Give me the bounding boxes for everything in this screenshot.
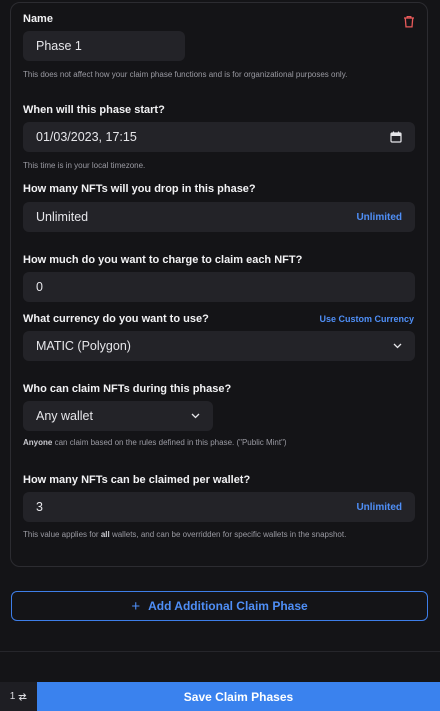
- phase-name-input[interactable]: Phase 1: [23, 31, 185, 61]
- phase-count: 1: [9, 691, 16, 702]
- trash-icon[interactable]: [402, 14, 416, 28]
- save-claim-phases-button[interactable]: Save Claim Phases: [37, 682, 440, 711]
- currency-selected-value: MATIC (Polygon): [36, 339, 131, 353]
- price-value: 0: [36, 280, 43, 294]
- price-input[interactable]: 0: [23, 272, 415, 302]
- currency-select[interactable]: MATIC (Polygon): [23, 331, 415, 361]
- per-wallet-label: How many NFTs can be claimed per wallet?: [23, 474, 251, 486]
- per-wallet-input[interactable]: 3 Unlimited: [23, 492, 415, 522]
- who-can-claim-select[interactable]: Any wallet: [23, 401, 213, 431]
- phase-name-value: Phase 1: [36, 39, 82, 53]
- add-claim-phase-button[interactable]: + Add Additional Claim Phase: [11, 591, 428, 621]
- currency-label: What currency do you want to use?: [23, 313, 209, 325]
- name-help-text: This does not affect how your claim phas…: [23, 70, 348, 79]
- chevron-down-icon: [191, 413, 200, 419]
- chevron-down-icon: [393, 343, 402, 349]
- drop-amount-input[interactable]: Unlimited Unlimited: [23, 202, 415, 232]
- per-wallet-unlimited-button[interactable]: Unlimited: [356, 502, 402, 513]
- claim-phase-card: Name Phase 1 This does not affect how yo…: [10, 2, 428, 567]
- plus-icon: +: [131, 597, 141, 615]
- footer-bar: 1 Save Claim Phases: [0, 682, 440, 711]
- per-wallet-value: 3: [36, 500, 43, 514]
- drop-unlimited-button[interactable]: Unlimited: [356, 212, 402, 223]
- calendar-icon[interactable]: [390, 131, 402, 143]
- who-can-claim-label: Who can claim NFTs during this phase?: [23, 383, 232, 395]
- arrows-swap-icon: [18, 692, 27, 701]
- who-can-claim-help-text: Anyone can claim based on the rules defi…: [23, 438, 287, 447]
- help-emphasis: Anyone: [23, 438, 53, 447]
- start-datetime-value: 01/03/2023, 17:15: [36, 130, 137, 144]
- help-post: wallets, and can be overridden for speci…: [109, 530, 347, 539]
- price-label: How much do you want to charge to claim …: [23, 254, 303, 266]
- timezone-help-text: This time is in your local timezone.: [23, 161, 146, 170]
- drop-amount-value: Unlimited: [36, 210, 89, 224]
- who-can-claim-selected-value: Any wallet: [36, 409, 93, 423]
- start-datetime-input[interactable]: 01/03/2023, 17:15: [23, 122, 415, 152]
- help-emphasis: all: [100, 530, 110, 539]
- use-custom-currency-link[interactable]: Use Custom Currency: [319, 314, 414, 324]
- per-wallet-help-text: This value applies for all wallets, and …: [23, 530, 346, 539]
- footer-divider: [0, 651, 440, 652]
- help-pre: This value applies for: [23, 530, 101, 539]
- name-label: Name: [23, 13, 53, 25]
- help-rest: can claim based on the rules defined in …: [52, 438, 287, 447]
- add-claim-phase-label: Add Additional Claim Phase: [148, 599, 308, 613]
- phase-counter[interactable]: 1: [0, 682, 37, 711]
- drop-amount-label: How many NFTs will you drop in this phas…: [23, 183, 256, 195]
- start-label: When will this phase start?: [23, 104, 165, 116]
